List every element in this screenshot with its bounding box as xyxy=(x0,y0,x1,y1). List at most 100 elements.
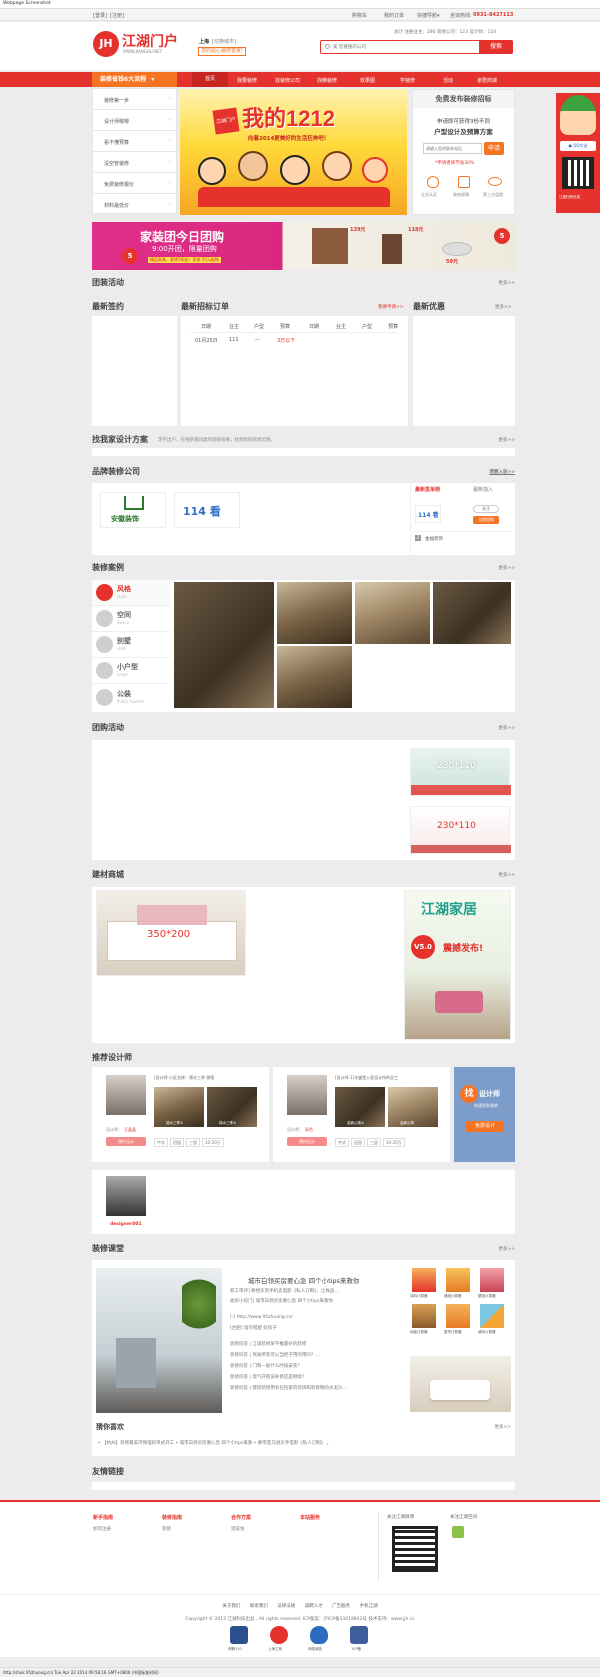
mall-ad[interactable]: 江湖家居 V5.0 震撼发布! xyxy=(404,890,511,1040)
more-link[interactable]: 更多>> xyxy=(498,725,515,731)
business-badge-icon[interactable] xyxy=(270,1626,288,1644)
designer-name[interactable]: 王晶晶 xyxy=(124,1127,136,1133)
case-style-item[interactable]: 小户型 small xyxy=(92,658,170,684)
search-button[interactable]: 搜索 xyxy=(479,40,513,54)
city-switch-link[interactable]: [切换城市] xyxy=(212,38,236,45)
main-banner[interactable]: 江湖门户 我的1212 向着2014更美好的生活狂奔吧！ xyxy=(180,89,407,215)
apply-button[interactable]: 申请 xyxy=(484,142,504,155)
cart-link[interactable]: 购物车 xyxy=(352,12,367,19)
guess-list[interactable]: • 【杭州】装修最美环保理的单式开工 • 城市白领买房要心急 四个小tips来救… xyxy=(98,1440,331,1446)
tab-latest-sign[interactable]: 最新签单榜 xyxy=(415,486,440,493)
designer-card[interactable]: [设计师-1]丰盛堂入驻设计所的总工 金鼎公寓② 金鼎公寓 设计师： 彩色 预约… xyxy=(273,1067,450,1162)
case-style-item[interactable]: 别墅 villa xyxy=(92,632,170,658)
more-link[interactable]: 更多>> xyxy=(498,280,515,286)
brand-logo-1[interactable]: 安徽装饰 xyxy=(100,492,166,528)
icp-badge-icon[interactable] xyxy=(350,1626,368,1644)
sidebar-item[interactable]: 设计师嗯嗯 › xyxy=(93,110,176,131)
case-style-item[interactable]: 风格 style xyxy=(92,580,170,606)
register-link[interactable]: [注册] xyxy=(110,12,124,19)
bid-apply-link[interactable]: 我要申请>> xyxy=(378,304,404,310)
search-input[interactable] xyxy=(333,43,473,51)
footer-link[interactable]: 如何注册 xyxy=(93,1526,113,1532)
side-qr-code-icon[interactable] xyxy=(562,157,594,189)
case-photo[interactable] xyxy=(277,646,352,708)
orders-link[interactable]: 我的订单 xyxy=(384,12,404,19)
list-item[interactable]: 装修问答 | 江城装修某不推最好的装修 xyxy=(230,1341,306,1347)
wallcloth-calculator-icon[interactable] xyxy=(480,1268,504,1292)
case-style-item[interactable]: 公装 Public loaded xyxy=(92,684,170,712)
group-buy-banner[interactable]: 家装团今日团购 9:00开团，限量团购 精品家具、瓷砖5折起！家装 55元起购 … xyxy=(92,222,515,270)
sidebar-item[interactable]: 看不懂预算 › xyxy=(93,131,176,152)
case-photo[interactable] xyxy=(433,582,511,644)
rank-name[interactable]: 金福装饰 xyxy=(425,536,443,542)
groupbuy-ad-1[interactable]: 230*110 xyxy=(410,748,511,796)
more-link[interactable]: 更多>> xyxy=(495,304,512,310)
groupbuy-ad-2[interactable]: 230*110 xyxy=(410,806,511,854)
free-design-button[interactable]: 免费设计 xyxy=(466,1121,504,1132)
paint-calculator-icon[interactable] xyxy=(412,1268,436,1292)
designer-name[interactable]: 彩色 xyxy=(305,1127,313,1133)
nav-item-home[interactable]: 首页 xyxy=(192,72,228,87)
case-style-item[interactable]: 空间 Space xyxy=(92,606,170,632)
footer-link[interactable]: 法律法规 xyxy=(277,1604,295,1609)
tab-latest-join[interactable]: 最新加入 xyxy=(473,486,493,493)
footer-link[interactable]: 手机江湖 xyxy=(360,1604,378,1609)
case-photo[interactable] xyxy=(355,582,430,644)
footer-link[interactable]: 联系我们 xyxy=(250,1604,268,1609)
brand-logo-2[interactable]: 114 看 xyxy=(174,492,240,528)
footer-link[interactable]: 话说坊 xyxy=(231,1526,251,1532)
qq-chat-button[interactable]: ● QQ交谈 xyxy=(560,141,596,151)
quick-nav-link[interactable]: 快捷导航▾ xyxy=(417,12,440,19)
more-link[interactable]: 更多>> xyxy=(494,1424,511,1430)
list-item[interactable]: 装修问答 | 墙气开裂该补修还是继续？ xyxy=(230,1374,306,1380)
sidebar-item[interactable]: 免费装修报价 › xyxy=(93,173,176,194)
nav-item-mall[interactable]: 家居商城 xyxy=(477,77,497,84)
designer-name[interactable]: designer001 xyxy=(110,1222,142,1227)
footer-link[interactable]: 装修 xyxy=(162,1526,182,1532)
case-photo-large[interactable] xyxy=(174,582,274,708)
sidebar-item[interactable]: 没空管装修 › xyxy=(93,152,176,173)
wechat-icon[interactable] xyxy=(452,1526,464,1538)
integrity-badge-icon[interactable] xyxy=(310,1626,328,1644)
process-menu-button[interactable]: 装修省钱6大流程 ▾ xyxy=(92,72,177,87)
more-link[interactable]: 更多>> xyxy=(498,1246,515,1252)
follow-button[interactable]: 关注 xyxy=(473,505,499,513)
list-item[interactable]: 装修问答 | 驾驶所装可以当柜子用的用吗？... xyxy=(230,1352,320,1358)
police-badge-icon[interactable] xyxy=(230,1626,248,1644)
footer-link[interactable]: 关于我们 xyxy=(222,1604,240,1609)
case-photo[interactable] xyxy=(277,582,352,644)
list-item[interactable]: 装修问答 | 建筑装修用有包括家的装饰和装修物的水泥沙... xyxy=(230,1385,347,1391)
rank-company-logo[interactable]: 114 看 xyxy=(415,505,441,523)
qr-code-icon[interactable] xyxy=(392,1526,438,1572)
book-design-button[interactable]: 预约设计 xyxy=(106,1137,146,1146)
mall-product-image[interactable]: 350*200 xyxy=(96,890,246,976)
floor-calculator-icon[interactable] xyxy=(412,1304,436,1328)
footer-link[interactable]: 诚聘人才 xyxy=(305,1604,323,1609)
wallpaper-calculator-icon[interactable] xyxy=(446,1268,470,1292)
visit-button[interactable]: 立即团购 xyxy=(473,516,499,524)
school-headline[interactable]: 城市白领买房要心急 四个小tips来救你 xyxy=(248,1275,359,1285)
nav-item-decorate[interactable]: 我要装修 xyxy=(237,77,257,84)
brand-join-link[interactable]: 我要入驻>> xyxy=(489,469,515,475)
sidebar-item[interactable]: 装修第一步 › xyxy=(93,89,176,110)
footer-link[interactable]: 广告服务 xyxy=(332,1604,350,1609)
curtain-calculator-icon[interactable] xyxy=(446,1304,470,1328)
nav-item-gallery[interactable]: 效果图 xyxy=(360,77,375,84)
phone-input[interactable] xyxy=(423,143,482,154)
nav-item-fine[interactable]: 找精装修 xyxy=(317,77,337,84)
designer-card[interactable]: [设计师-小区名称：锦水三季 原版 锦水三季① 锦水三季② 设计师： 王晶晶 预… xyxy=(92,1067,269,1162)
list-item[interactable]: 装修问答 | 门和一般什么时候安装？ xyxy=(230,1363,302,1369)
more-link[interactable]: 更多>> xyxy=(498,565,515,571)
school-photo[interactable] xyxy=(96,1268,222,1413)
book-design-button[interactable]: 预约设计 xyxy=(287,1137,327,1146)
school-side-photo[interactable] xyxy=(410,1356,511,1412)
more-link[interactable]: 更多>> xyxy=(498,872,515,878)
nav-item-activity[interactable]: 活动 xyxy=(443,77,453,84)
more-link[interactable]: 更多>> xyxy=(498,437,515,443)
nav-item-learn[interactable]: 学装修 xyxy=(400,77,415,84)
login-link[interactable]: [登录] xyxy=(93,12,107,19)
tile-calculator-icon[interactable] xyxy=(480,1304,504,1328)
nav-item-company[interactable]: 找装修公司 xyxy=(275,77,300,84)
table-row[interactable]: 01月25日 111 --- 3万以下 xyxy=(181,335,408,345)
logo[interactable]: JH 江湖门户 WWW.JIANGHU.NET xyxy=(93,31,191,61)
